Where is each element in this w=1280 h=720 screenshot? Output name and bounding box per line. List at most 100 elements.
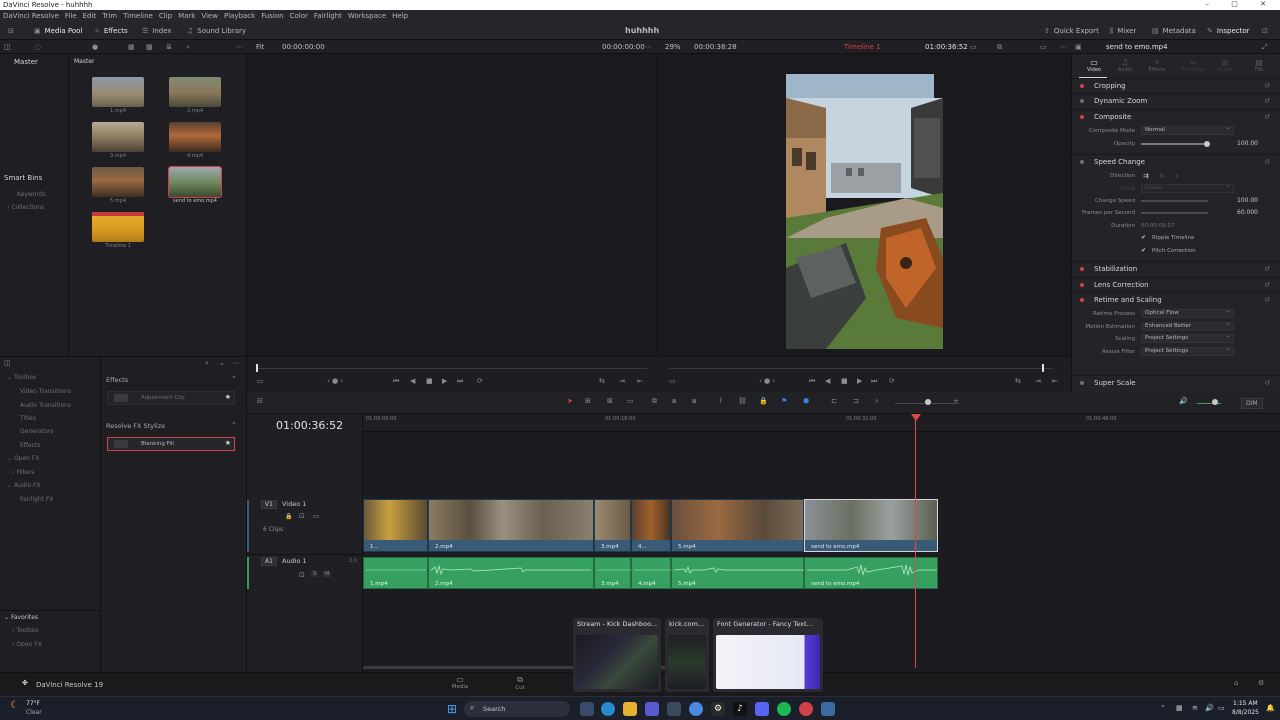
retime-process-dropdown[interactable]: Optical Flow	[1141, 308, 1234, 318]
menu-mark[interactable]: Mark	[175, 10, 198, 22]
tree-video-transitions[interactable]: Video Transitions	[20, 388, 71, 395]
fps-value[interactable]: 60.000	[1237, 207, 1258, 219]
source-scrubber[interactable]	[257, 368, 647, 369]
section-enable-dot[interactable]	[1080, 99, 1084, 103]
audio-clip[interactable]: 3.mp4	[594, 557, 632, 589]
collapse-chevron-icon[interactable]: ⌃	[231, 421, 237, 429]
video-clip[interactable]: 5.mp4	[671, 499, 804, 552]
effects-options-icon[interactable]: ⋯	[232, 359, 239, 367]
tree-fav-open-fx[interactable]: › Open FX	[12, 641, 42, 648]
menu-color[interactable]: Color	[287, 10, 311, 22]
tree-filters[interactable]: › Filters	[12, 469, 34, 476]
menu-trim[interactable]: Trim	[99, 10, 120, 22]
audio-clip[interactable]: 1.mp4	[363, 557, 428, 589]
reset-icon[interactable]: ↺	[1264, 278, 1270, 292]
inspector-button[interactable]: ✎ Inspector	[1207, 22, 1250, 40]
program-go-to-end-icon[interactable]: ⏭	[871, 377, 877, 386]
tree-fairlight-fx[interactable]: Fairlight FX	[20, 496, 53, 503]
thumbnail-view-icon[interactable]: ▦	[128, 40, 135, 54]
pool-search-icon[interactable]: ⌕	[186, 40, 190, 54]
auto-select-icon[interactable]: ⊡	[299, 512, 305, 520]
video-clip-selected[interactable]: send to emo.mp4	[804, 499, 938, 552]
reset-icon[interactable]: ↺	[1264, 293, 1270, 307]
video-clip[interactable]: 1...	[363, 499, 428, 552]
mixer-button[interactable]: ⫼ Mixer	[1110, 22, 1136, 40]
scaling-dropdown[interactable]: Project Settings	[1141, 333, 1234, 343]
timeline-ruler[interactable]: 01:00:00:00 01:00:16:00 01:00:32:00 01:0…	[363, 414, 1280, 432]
battery-icon[interactable]: ▭	[1218, 704, 1225, 712]
effects-search-icon[interactable]: ⌕	[205, 359, 209, 368]
full-extent-zoom-icon[interactable]: ⊏	[831, 397, 837, 405]
pitch-correction-checkbox[interactable]: ✔	[1141, 245, 1146, 257]
zoom-in-icon[interactable]: +	[953, 397, 959, 405]
discord-icon[interactable]	[755, 702, 769, 716]
grid-view-icon[interactable]: ▩	[146, 40, 153, 54]
go-to-start-icon[interactable]: ⏮	[393, 377, 399, 386]
media-pool-button[interactable]: ▣ Media Pool	[34, 22, 82, 40]
track-tag-a1[interactable]: A1	[261, 557, 277, 566]
favorite-star-icon[interactable]: ★	[225, 439, 231, 447]
menu-help[interactable]: Help	[389, 10, 411, 22]
tab-audio[interactable]: ♫ Audio	[1110, 58, 1140, 73]
favorite-star-icon[interactable]: ★	[225, 393, 231, 401]
tree-generators[interactable]: Generators	[20, 428, 54, 435]
media-clip-thumbnail[interactable]	[92, 77, 144, 107]
reset-icon[interactable]: ↺	[1264, 262, 1270, 276]
quick-export-button[interactable]: ⇪ Quick Export	[1044, 22, 1099, 40]
page-cut[interactable]: ⧉ Cut	[510, 675, 530, 691]
file-explorer-icon[interactable]	[623, 702, 637, 716]
collections-bin[interactable]: › Collections	[7, 204, 44, 211]
section-stabilization[interactable]: Stabilization ↺	[1071, 261, 1280, 275]
tab-transition[interactable]: ⇋ Transition	[1178, 58, 1208, 73]
menu-davinci-resolve[interactable]: DaVinci Resolve	[0, 10, 62, 22]
window-card-kick-dashboard[interactable]: Stream - Kick Dashboo...	[573, 618, 661, 692]
audio-clip[interactable]: send to emo.mp4	[804, 557, 938, 589]
timeline-thumbnail[interactable]	[92, 212, 144, 242]
reset-icon[interactable]: ↺	[1264, 79, 1270, 93]
reset-icon[interactable]: ↺	[1264, 94, 1270, 108]
media-clip-thumbnail[interactable]	[92, 122, 144, 152]
video-clip[interactable]: 2.mp4	[428, 499, 594, 552]
motion-estimation-dropdown[interactable]: Enhanced Better	[1141, 321, 1234, 331]
mute-button[interactable]: M	[323, 571, 332, 577]
menu-edit[interactable]: Edit	[80, 10, 100, 22]
clock-time[interactable]: 1:15 AM	[1233, 700, 1258, 707]
section-enable-dot[interactable]	[1080, 381, 1084, 385]
section-enable-dot[interactable]	[1080, 267, 1084, 271]
detail-zoom-icon[interactable]: ⊐	[853, 397, 859, 405]
tray-chevron-icon[interactable]: ⌃	[1160, 704, 1166, 712]
audio-clip[interactable]: 2.mp4	[428, 557, 594, 589]
menu-timeline[interactable]: Timeline	[120, 10, 156, 22]
keywords-bin[interactable]: Keywords	[17, 191, 46, 198]
section-speed-change[interactable]: Speed Change ↺	[1071, 154, 1280, 168]
playhead-marker-icon[interactable]	[911, 414, 921, 421]
track-lock-icon[interactable]: 🔒	[285, 513, 292, 520]
tree-titles[interactable]: Titles	[20, 415, 36, 422]
reset-icon[interactable]: ↺	[1264, 376, 1270, 390]
menu-clip[interactable]: Clip	[156, 10, 175, 22]
metadata-button[interactable]: ▤ Metadata	[1152, 22, 1196, 40]
tiktok-icon[interactable]: ♪	[733, 702, 747, 716]
menu-file[interactable]: File	[62, 10, 80, 22]
opacity-value[interactable]: 100.00	[1237, 138, 1258, 150]
window-card-font-generator[interactable]: Font Generator - Fancy Text...	[713, 618, 823, 692]
notification-bell-icon[interactable]: 🔔	[1266, 704, 1275, 712]
flag-icon[interactable]: ⚑	[781, 397, 787, 405]
program-match-frame-icon[interactable]: ⇆	[1015, 377, 1021, 385]
trim-tool-icon[interactable]: ⊞	[585, 397, 591, 405]
pool-options-icon[interactable]: ⋯	[236, 40, 243, 54]
audio-clip[interactable]: 4.mp4	[631, 557, 672, 589]
window-card-kick[interactable]: kick.com...	[665, 618, 709, 692]
view-mode-icon[interactable]: ▭	[257, 377, 264, 385]
program-play-reverse-icon[interactable]: ◀	[825, 377, 830, 385]
tree-effects[interactable]: Effects	[20, 442, 40, 449]
menu-fairlight[interactable]: Fairlight	[311, 10, 345, 22]
tree-audio-fx[interactable]: ⌄ Audio FX	[7, 482, 40, 489]
home-icon[interactable]: ⌂	[1234, 679, 1238, 687]
clock-dropdown[interactable]: Linear	[1141, 183, 1234, 193]
effect-blanking-fill[interactable]: Blanking Fill ★	[107, 437, 235, 451]
timeline-selector[interactable]: Timeline 1	[844, 40, 880, 54]
timeline-view-options-icon[interactable]: ⊟	[257, 397, 263, 405]
program-zoom[interactable]: 29%	[665, 40, 681, 54]
zoom-search-icon[interactable]: ⌕	[875, 397, 879, 406]
